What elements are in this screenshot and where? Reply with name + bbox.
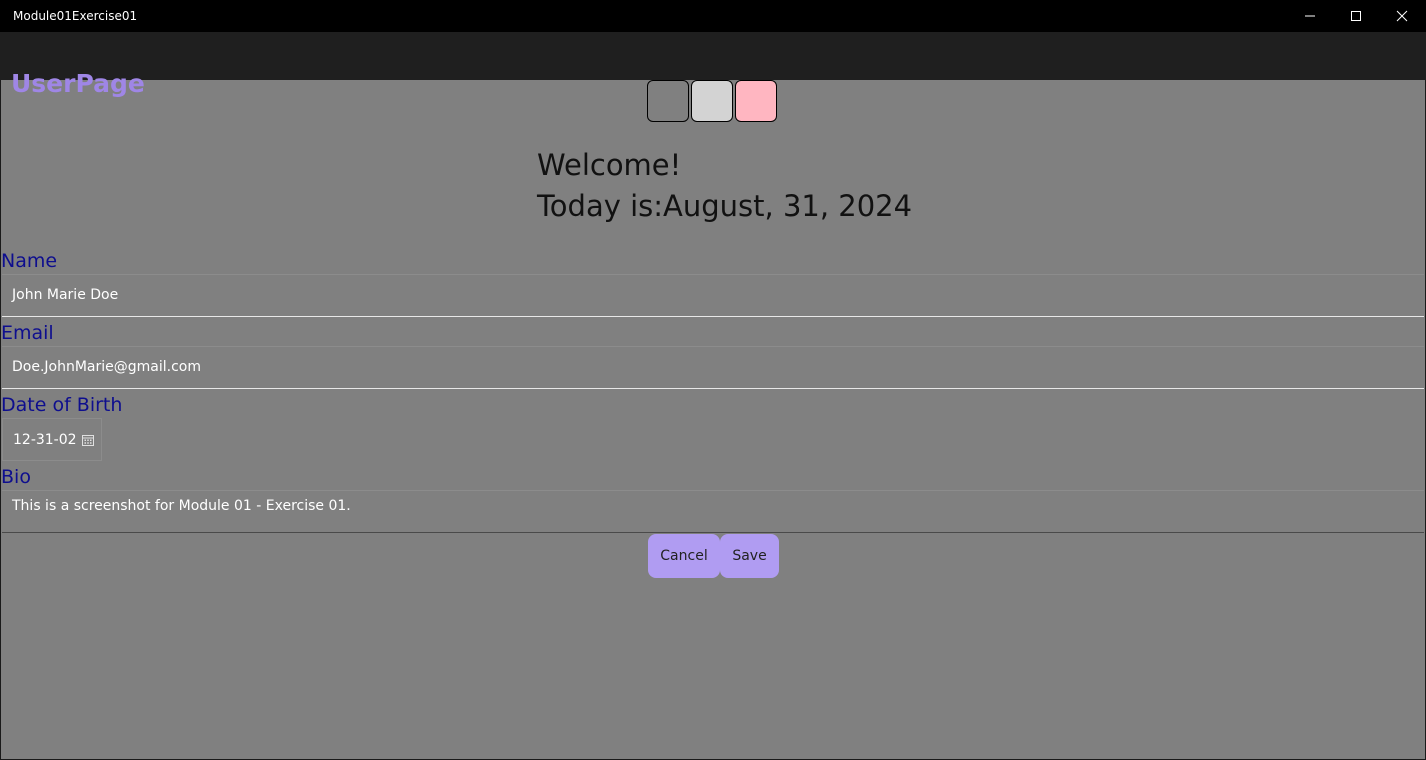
lightgray-swatch-button[interactable] bbox=[691, 80, 733, 122]
gray-swatch-button[interactable] bbox=[647, 80, 689, 122]
dob-label: Date of Birth bbox=[1, 394, 123, 416]
email-field[interactable]: Doe.JohnMarie@gmail.com bbox=[2, 346, 1424, 389]
maximize-button[interactable] bbox=[1333, 0, 1379, 32]
name-value: John Marie Doe bbox=[12, 287, 119, 303]
email-label: Email bbox=[1, 322, 54, 344]
welcome-text: Welcome! bbox=[537, 148, 682, 182]
dob-date-picker[interactable]: 12-31-02 bbox=[2, 418, 102, 461]
app-header: UserPage bbox=[0, 32, 1426, 98]
app-window: Module01Exercise01 UserPage Welcome! Tod… bbox=[0, 0, 1426, 760]
close-icon bbox=[1396, 10, 1408, 22]
email-value: Doe.JohnMarie@gmail.com bbox=[12, 359, 201, 375]
minimize-button[interactable] bbox=[1287, 0, 1333, 32]
cancel-button[interactable]: Cancel bbox=[648, 534, 720, 578]
name-field[interactable]: John Marie Doe bbox=[2, 274, 1424, 317]
dob-value: 12-31-02 bbox=[13, 432, 77, 448]
minimize-icon bbox=[1305, 15, 1315, 17]
bio-field[interactable]: This is a screenshot for Module 01 - Exe… bbox=[2, 490, 1424, 533]
bio-label: Bio bbox=[1, 466, 31, 488]
window-title: Module01Exercise01 bbox=[13, 9, 138, 23]
save-button[interactable]: Save bbox=[720, 534, 779, 578]
calendar-icon bbox=[82, 435, 94, 446]
pink-swatch-button[interactable] bbox=[735, 80, 777, 122]
maximize-icon bbox=[1351, 11, 1361, 21]
name-label: Name bbox=[1, 250, 58, 272]
content-area bbox=[0, 80, 1426, 760]
window-titlebar[interactable]: Module01Exercise01 bbox=[0, 0, 1426, 32]
today-date-text: Today is:August, 31, 2024 bbox=[537, 189, 913, 223]
bio-value: This is a screenshot for Module 01 - Exe… bbox=[12, 498, 351, 514]
close-button[interactable] bbox=[1379, 0, 1425, 32]
